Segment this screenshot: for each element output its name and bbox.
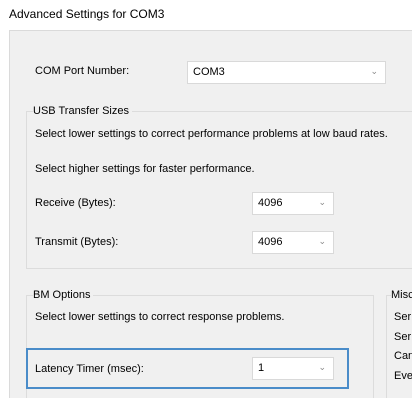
- latency-timer-label: Latency Timer (msec):: [35, 363, 144, 375]
- chevron-down-icon: ⌄: [318, 197, 326, 207]
- latency-timer-value: 1: [258, 362, 265, 374]
- bm-options-group-title: BM Options: [33, 289, 94, 301]
- window-title: Advanced Settings for COM3: [9, 7, 165, 21]
- transmit-bytes-select[interactable]: 4096 ⌄: [252, 231, 334, 254]
- latency-timer-select[interactable]: 1 ⌄: [252, 357, 334, 380]
- bm-options-hint: Select lower settings to correct respons…: [35, 311, 285, 323]
- chevron-down-icon: ⌄: [370, 66, 378, 76]
- com-port-select[interactable]: COM3 ⌄: [187, 61, 386, 84]
- com-port-value: COM3: [193, 66, 225, 78]
- misc-option-item[interactable]: Ser: [394, 331, 411, 343]
- misc-option-item[interactable]: Can: [394, 350, 412, 362]
- usb-transfer-group-title: USB Transfer Sizes: [33, 105, 132, 117]
- receive-bytes-label: Receive (Bytes):: [35, 197, 116, 209]
- usb-transfer-hint-lower: Select lower settings to correct perform…: [35, 128, 388, 140]
- transmit-bytes-value: 4096: [258, 236, 283, 248]
- chevron-down-icon: ⌄: [318, 236, 326, 246]
- chevron-down-icon: ⌄: [318, 362, 326, 372]
- usb-transfer-hint-higher: Select higher settings for faster perfor…: [35, 163, 255, 175]
- receive-bytes-value: 4096: [258, 197, 283, 209]
- com-port-label: COM Port Number:: [35, 65, 130, 77]
- misc-option-item[interactable]: Ser: [394, 311, 411, 323]
- receive-bytes-select[interactable]: 4096 ⌄: [252, 192, 334, 215]
- misc-options-group-title: Misc: [391, 289, 412, 301]
- misc-option-item[interactable]: Eve: [394, 370, 412, 382]
- transmit-bytes-label: Transmit (Bytes):: [35, 236, 119, 248]
